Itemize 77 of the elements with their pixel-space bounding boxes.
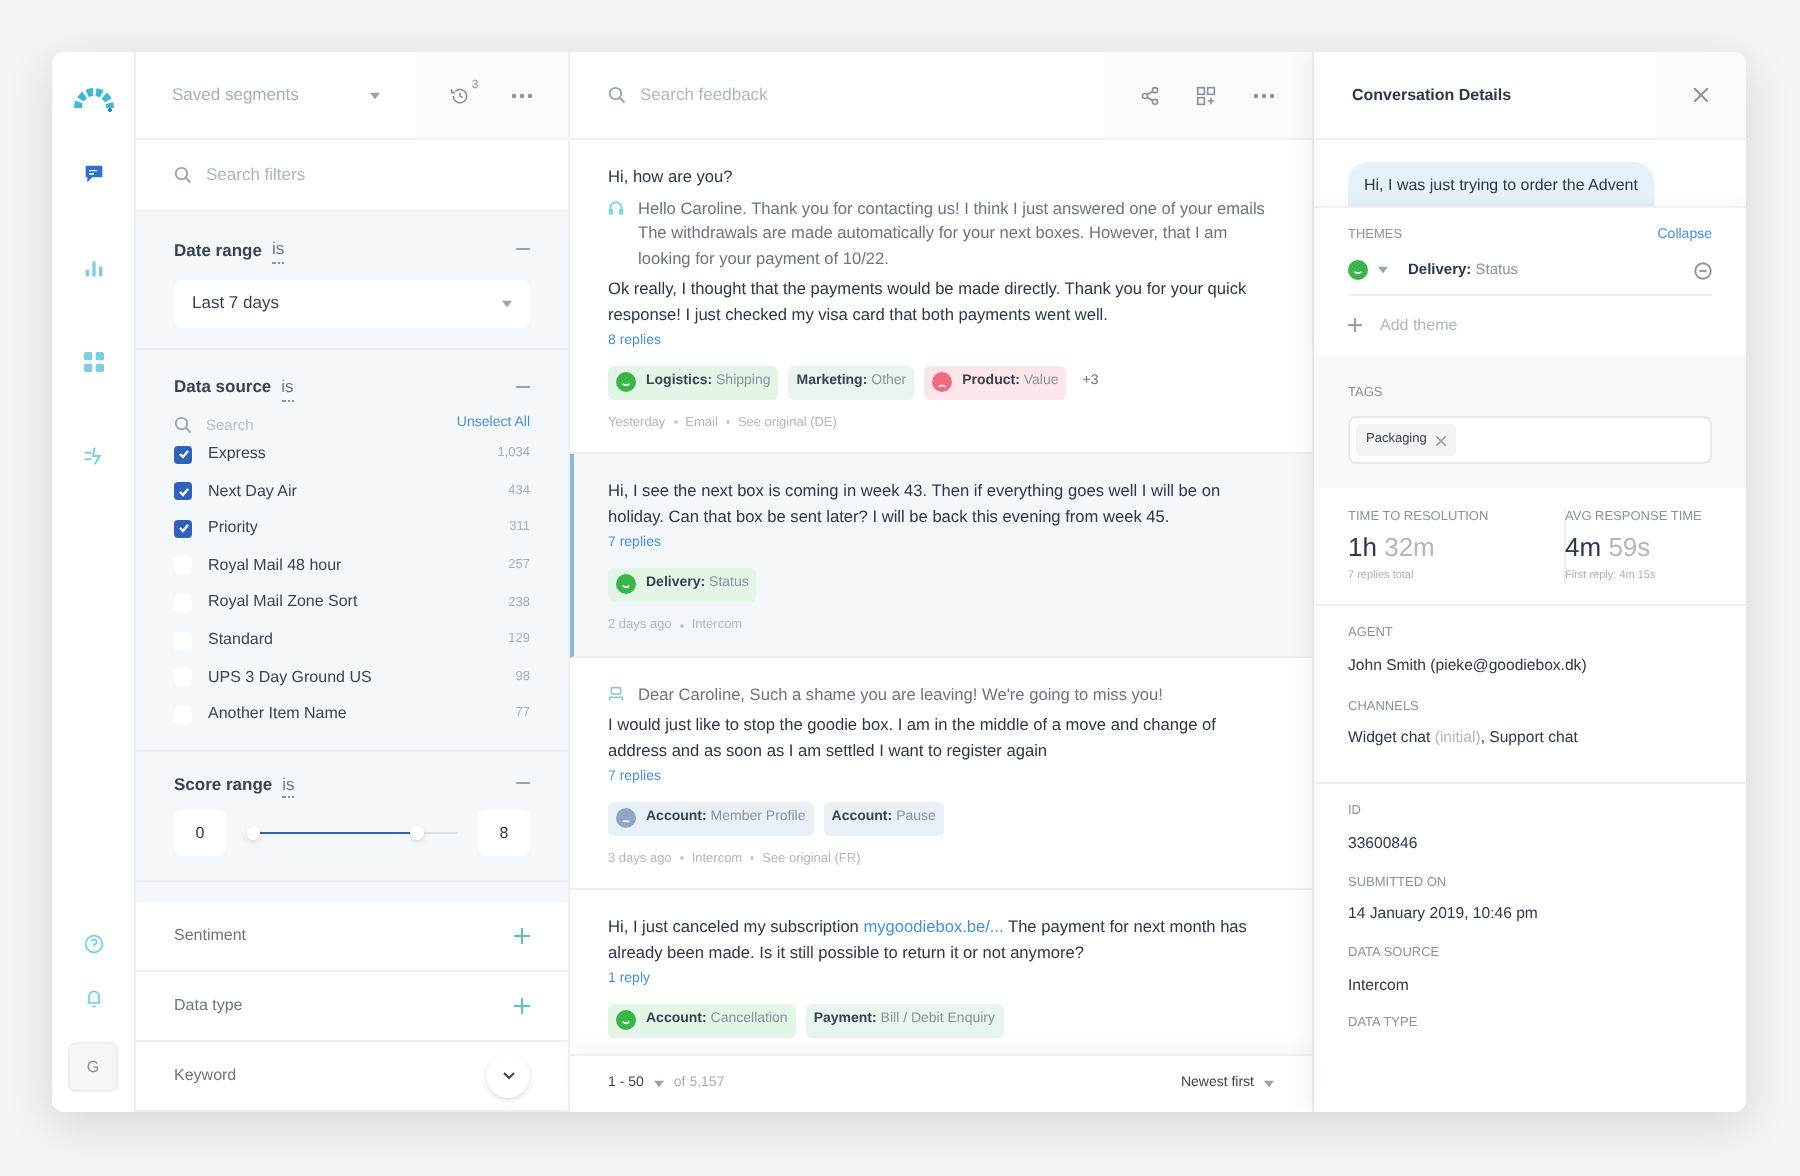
- feedback-item[interactable]: [570, 657, 1312, 891]
- message-text: Hi, I just canceled my subscription mygoodiebox.be/... The payment for next month has already been made. Is it still possible to return it or not anymore?: [608, 914, 1249, 965]
- sentiment-face-icon: [616, 808, 636, 828]
- caret-icon: [370, 91, 380, 99]
- source-name: Another Item Name: [208, 702, 347, 727]
- source-name: Royal Mail 48 hour: [208, 553, 342, 578]
- search-icon: [608, 86, 626, 104]
- bot-icon: [608, 685, 624, 701]
- expand-button[interactable]: [486, 1054, 530, 1098]
- caret-icon: [502, 299, 512, 308]
- remove-icon[interactable]: [1694, 261, 1712, 279]
- sentiment-face-icon: [616, 574, 636, 595]
- avatar[interactable]: G: [68, 1042, 118, 1092]
- headset-icon: [608, 199, 624, 215]
- chevron-down-icon: [501, 1072, 515, 1080]
- operator-label[interactable]: is: [282, 771, 295, 799]
- filter-label[interactable]: Keyword: [174, 1064, 237, 1088]
- max-score-field[interactable]: 8: [478, 810, 530, 857]
- stat-value: 1h 32m: [1348, 532, 1437, 564]
- operator-label[interactable]: is: [271, 236, 285, 264]
- source-name: Royal Mail Zone Sort: [208, 590, 358, 615]
- message-text: Ok really, I thought that the payments would be made directly. Thank you for your quick response! I just checked my visa card that both payments went well.: [608, 276, 1249, 326]
- bolt-icon[interactable]: [79, 442, 107, 470]
- caret-icon: [1264, 1080, 1274, 1088]
- message-text: I would just like to stop the goodie box. I am in the middle of a move and change of address and as soon as I am settled I want to register again: [608, 712, 1218, 762]
- grid-icon[interactable]: [79, 348, 107, 376]
- collapse-icon[interactable]: [516, 247, 530, 252]
- help-icon[interactable]: [83, 934, 103, 954]
- collapse-icon[interactable]: [516, 385, 530, 390]
- message-text: Hi, I see the next box is coming in week 43. Then if everything goes well I will be on holiday. Can that box be sent later? I will be back this evening from week 45.: [608, 478, 1223, 529]
- sentiment-face-icon: [616, 372, 636, 392]
- min-score-field[interactable]: 0: [174, 810, 226, 857]
- feedback-item[interactable]: [570, 454, 1312, 657]
- panel-title: Conversation Details: [1350, 83, 1514, 107]
- share-icon[interactable]: [1140, 85, 1160, 105]
- checkbox[interactable]: [174, 519, 192, 538]
- plus-icon: [1348, 318, 1362, 332]
- source-name: Priority: [208, 516, 258, 541]
- sentiment-caret-icon: [1378, 266, 1388, 274]
- filter-label[interactable]: Data type: [174, 994, 243, 1018]
- source-name: Standard: [208, 628, 273, 653]
- slider-handle[interactable]: [246, 826, 260, 841]
- history-icon[interactable]: [449, 85, 470, 105]
- close-icon: [1694, 88, 1708, 102]
- add-icon[interactable]: [514, 928, 530, 944]
- source-name: Express: [208, 442, 266, 467]
- message-text: Hi, how are you?: [608, 164, 735, 189]
- source-name: Next Day Air: [208, 479, 297, 504]
- reply-text: Hello Caroline. Thank you for contacting us! I think I just answered one of your emails The withdrawals are made automatically for your next boxes. However, that I am looking for your payment of 10/22.: [638, 195, 1267, 270]
- filter-label[interactable]: Sentiment: [174, 924, 247, 948]
- reply-text: Dear Caroline, Such a shame you are leaving! We're going to miss you!: [638, 681, 1163, 706]
- operator-label[interactable]: is: [281, 373, 294, 401]
- search-icon: [174, 166, 192, 184]
- collapse-icon[interactable]: [516, 782, 530, 787]
- add-widget-icon[interactable]: [1196, 85, 1216, 105]
- sentiment-face-icon: [1348, 260, 1368, 280]
- more-icon[interactable]: [510, 91, 535, 99]
- checkbox[interactable]: [174, 482, 192, 501]
- bell-icon[interactable]: [83, 988, 103, 1008]
- range-slider[interactable]: [246, 826, 458, 841]
- more-icon[interactable]: [1252, 91, 1276, 99]
- sentiment-face-icon: [932, 372, 953, 392]
- date-range-dropdown[interactable]: Last 7 days: [174, 279, 530, 328]
- filter-label: Date range: [174, 237, 262, 263]
- source-name: UPS 3 Day Ground US: [208, 665, 372, 690]
- filter-label: Score range: [174, 772, 273, 798]
- caret-icon: [653, 1080, 664, 1088]
- slider-handle[interactable]: [409, 826, 424, 841]
- add-icon[interactable]: [514, 998, 530, 1014]
- filter-label: Data source: [174, 374, 272, 400]
- stat-value: 4m 59s: [1565, 532, 1653, 564]
- link[interactable]: mygoodiebox.be/...: [863, 916, 1004, 937]
- sentiment-face-icon: [616, 1010, 636, 1031]
- remove-tag-icon[interactable]: [1436, 435, 1447, 446]
- chat-bubble: Hi, I was just trying to order the Advent: [1348, 162, 1654, 206]
- checkbox[interactable]: [174, 445, 192, 464]
- search-icon: [174, 415, 192, 434]
